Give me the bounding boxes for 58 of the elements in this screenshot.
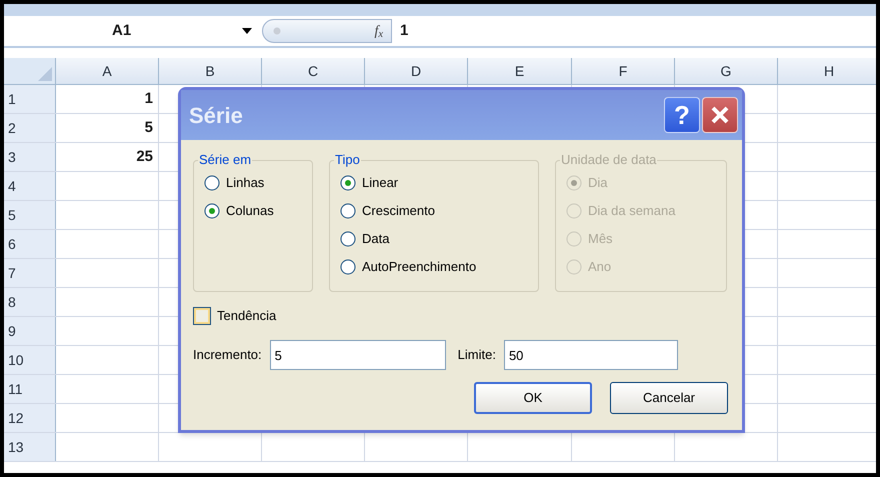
dialog-title: Série xyxy=(189,102,243,130)
field-label: Incremento: xyxy=(193,346,262,364)
field-label: Limite: xyxy=(458,346,496,364)
dropdown-arrow-icon[interactable] xyxy=(242,28,252,34)
column-header[interactable]: B xyxy=(159,58,262,84)
close-button[interactable] xyxy=(702,97,738,133)
radio-label: Mês xyxy=(588,230,613,248)
input-field[interactable]: 5 xyxy=(270,340,446,370)
column-header[interactable]: G xyxy=(675,58,778,84)
row-header[interactable]: 10 xyxy=(4,346,56,374)
radio-label: Crescimento xyxy=(362,202,435,220)
row-header[interactable]: 12 xyxy=(4,404,56,432)
radio-button[interactable] xyxy=(340,259,356,275)
row-header[interactable]: 8 xyxy=(4,288,56,316)
formula-value[interactable]: 1 xyxy=(400,20,408,42)
cell-reference: A1 xyxy=(112,20,132,41)
row-header[interactable]: 3 xyxy=(4,143,56,171)
row-header[interactable]: 9 xyxy=(4,317,56,345)
row-header[interactable]: 1 xyxy=(4,85,56,113)
input-field[interactable]: 50 xyxy=(504,340,678,370)
column-header[interactable]: F xyxy=(572,58,675,84)
table-cell: 5 xyxy=(56,114,159,142)
close-icon xyxy=(710,105,730,125)
row-header[interactable]: 11 xyxy=(4,375,56,403)
column-header[interactable]: C xyxy=(262,58,365,84)
radio-label: Dia xyxy=(588,174,608,192)
radio-button[interactable] xyxy=(340,231,356,247)
table-cell: 1 xyxy=(56,85,159,113)
radio-label: Data xyxy=(362,230,390,248)
row-header[interactable]: 5 xyxy=(4,201,56,229)
radio-button[interactable] xyxy=(204,203,220,219)
triangle-icon xyxy=(38,67,52,81)
radio-label: AutoPreenchimento xyxy=(362,258,476,276)
dialog-button[interactable]: OK xyxy=(474,382,592,414)
column-header[interactable]: H xyxy=(778,58,876,84)
column-header[interactable]: D xyxy=(365,58,468,84)
table-cell: 25 xyxy=(56,143,159,171)
column-header[interactable]: A xyxy=(56,58,159,84)
radio-label: Ano xyxy=(588,258,612,276)
insert-function-button[interactable]: f$_{x}$ xyxy=(374,20,383,42)
row-header[interactable]: 2 xyxy=(4,114,56,142)
radio-label: Linear xyxy=(362,174,398,192)
column-header[interactable]: E xyxy=(468,58,572,84)
dialog-button[interactable]: Cancelar xyxy=(610,382,728,414)
row-header[interactable]: 13 xyxy=(4,433,56,461)
checkbox-label: Tendência xyxy=(217,307,276,326)
cancel-icon xyxy=(273,27,281,35)
row-header[interactable]: 4 xyxy=(4,172,56,200)
radio-button[interactable] xyxy=(340,175,356,191)
radio-button[interactable] xyxy=(204,175,220,191)
row-header[interactable]: 7 xyxy=(4,259,56,287)
radio-label: Linhas xyxy=(226,174,264,192)
help-button[interactable]: ? xyxy=(664,97,700,133)
radio-label: Dia da semana xyxy=(588,202,676,220)
checkbox[interactable] xyxy=(193,307,211,325)
row-header[interactable]: 6 xyxy=(4,230,56,258)
radio-label: Colunas xyxy=(226,202,274,220)
radio-button[interactable] xyxy=(340,203,356,219)
